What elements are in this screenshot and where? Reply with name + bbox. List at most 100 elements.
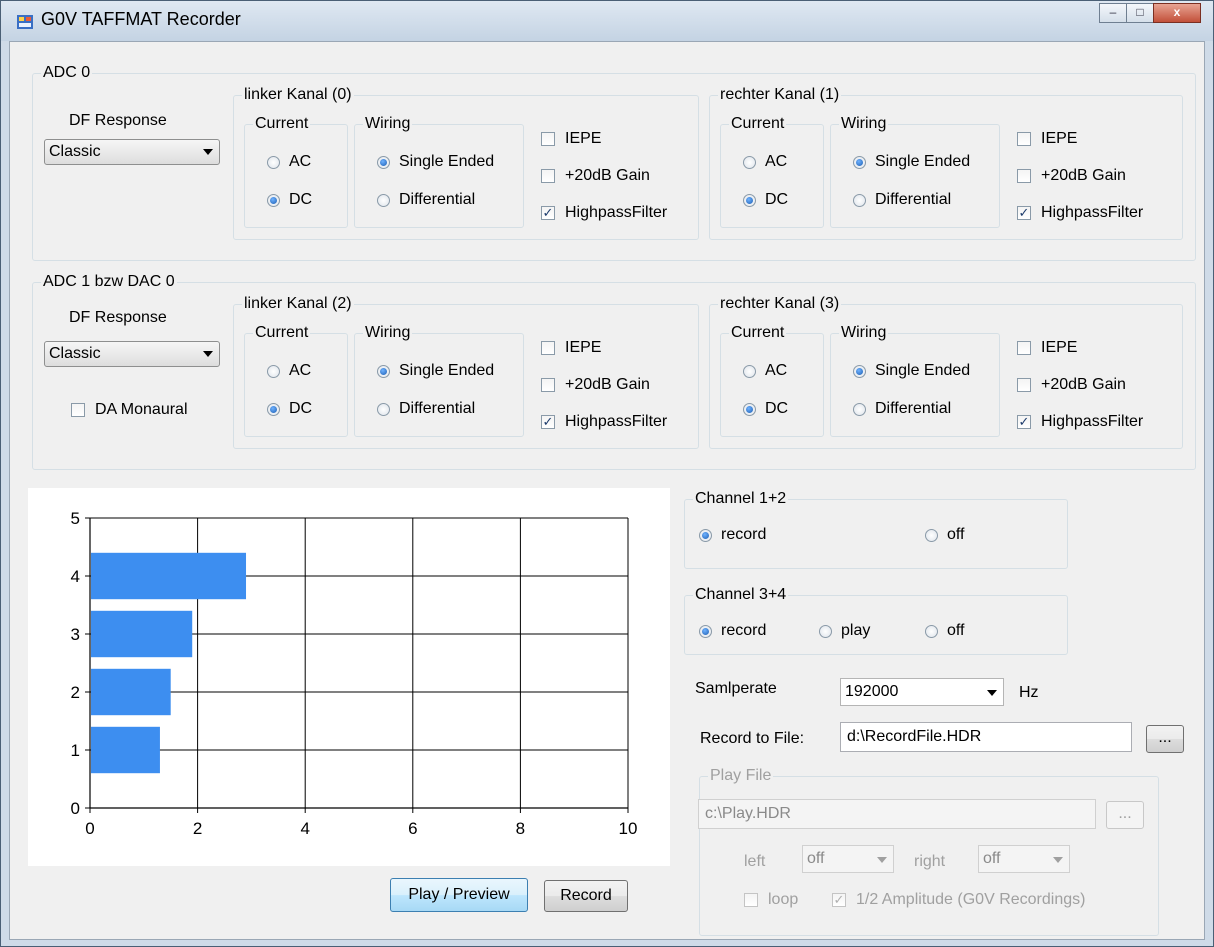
- adc1-right-iepe-checkbox[interactable]: IEPE: [1017, 339, 1077, 357]
- wiring-legend: Wiring: [363, 324, 413, 342]
- adc1-left-diff-radio[interactable]: Differential: [377, 400, 475, 418]
- checkbox-label: 1/2 Amplitude (G0V Recordings): [856, 891, 1086, 908]
- adc1-left-single-radio[interactable]: Single Ended: [377, 362, 494, 380]
- channel34-play-radio[interactable]: play: [819, 622, 870, 640]
- checkbox-box: [541, 341, 555, 355]
- play-file-input[interactable]: c:\Play.HDR: [698, 799, 1096, 829]
- radio-label: Single Ended: [399, 362, 495, 379]
- level-bar: [91, 552, 247, 600]
- adc1-left-channel-group: linker Kanal (2) Current AC DC Wiring Si…: [233, 295, 699, 449]
- play-right-select[interactable]: off: [978, 845, 1070, 873]
- adc0-left-ac-radio[interactable]: AC: [267, 153, 311, 171]
- chevron-down-icon: [987, 690, 997, 696]
- level-chart: 0 2 4 6 8 10 0 1 2 3 4 5: [28, 488, 670, 866]
- adc1-right-wiring-group: Wiring Single Ended Differential: [830, 324, 1000, 437]
- adc1-left-gain-checkbox[interactable]: +20dB Gain: [541, 376, 650, 394]
- play-preview-button[interactable]: Play / Preview: [390, 878, 528, 912]
- adc0-right-ac-radio[interactable]: AC: [743, 153, 787, 171]
- checkbox-box: [71, 403, 85, 417]
- radio-label: Differential: [399, 191, 476, 208]
- maximize-button[interactable]: □: [1126, 3, 1154, 23]
- adc1-right-dc-radio[interactable]: DC: [743, 400, 788, 418]
- adc0-left-wiring-group: Wiring Single Ended Differential: [354, 115, 524, 228]
- radio-label: Single Ended: [875, 153, 971, 170]
- minimize-button[interactable]: –: [1099, 3, 1127, 23]
- checkbox-box: [1017, 169, 1031, 183]
- radio-label: Differential: [875, 400, 952, 417]
- checkbox-box: [541, 169, 555, 183]
- y-tick-label: 5: [71, 509, 80, 528]
- adc1-left-iepe-checkbox[interactable]: IEPE: [541, 339, 601, 357]
- adc1-right-single-radio[interactable]: Single Ended: [853, 362, 970, 380]
- close-button[interactable]: x: [1153, 3, 1201, 23]
- adc0-df-select[interactable]: Classic: [44, 139, 220, 165]
- adc0-left-iepe-checkbox[interactable]: IEPE: [541, 130, 601, 148]
- radio-dot: [743, 155, 756, 169]
- record-file-input[interactable]: d:\RecordFile.HDR: [840, 722, 1132, 752]
- x-tick-label: 8: [516, 819, 525, 838]
- play-left-select[interactable]: off: [802, 845, 894, 873]
- y-tick-label: 2: [71, 683, 80, 702]
- checkbox-label: IEPE: [1041, 339, 1078, 356]
- adc0-right-iepe-checkbox[interactable]: IEPE: [1017, 130, 1077, 148]
- adc0-right-single-radio[interactable]: Single Ended: [853, 153, 970, 171]
- checkbox-label: +20dB Gain: [1041, 167, 1126, 184]
- x-tick-label: 2: [193, 819, 202, 838]
- channel12-record-radio[interactable]: record: [699, 526, 766, 544]
- level-bar: [91, 726, 160, 774]
- adc0-left-hp-checkbox[interactable]: ✓ HighpassFilter: [541, 204, 667, 222]
- channel34-record-radio[interactable]: record: [699, 622, 766, 640]
- record-file-browse-button[interactable]: ...: [1146, 725, 1184, 753]
- radio-label: AC: [289, 153, 312, 170]
- adc1-left-hp-checkbox[interactable]: ✓ HighpassFilter: [541, 413, 667, 431]
- play-half-amplitude-checkbox[interactable]: ✓ 1/2 Amplitude (G0V Recordings): [832, 891, 1085, 909]
- adc1-mono-checkbox[interactable]: DA Monaural: [71, 401, 188, 419]
- chevron-down-icon: [203, 149, 213, 155]
- adc0-right-dc-radio[interactable]: DC: [743, 191, 788, 209]
- adc1-right-gain-checkbox[interactable]: +20dB Gain: [1017, 376, 1126, 394]
- check-icon: ✓: [541, 205, 555, 220]
- channel34-off-radio[interactable]: off: [925, 622, 965, 640]
- radio-label: DC: [289, 400, 313, 417]
- adc1-df-select[interactable]: Classic: [44, 341, 220, 367]
- checkbox-label: HighpassFilter: [1041, 204, 1144, 221]
- radio-label: Single Ended: [875, 362, 971, 379]
- current-legend: Current: [729, 115, 787, 133]
- adc1-left-dc-radio[interactable]: DC: [267, 400, 312, 418]
- adc0-right-gain-checkbox[interactable]: +20dB Gain: [1017, 167, 1126, 185]
- play-file-group: Play File c:\Play.HDR ... left off right…: [698, 767, 1159, 936]
- radio-label: DC: [765, 191, 789, 208]
- adc1-right-ac-radio[interactable]: AC: [743, 362, 787, 380]
- adc0-right-hp-checkbox[interactable]: ✓ HighpassFilter: [1017, 204, 1143, 222]
- x-tick-label: 4: [300, 819, 309, 838]
- adc0-left-single-radio[interactable]: Single Ended: [377, 153, 494, 171]
- radio-dot: [377, 155, 390, 169]
- radio-dot: [743, 193, 756, 207]
- adc0-right-diff-radio[interactable]: Differential: [853, 191, 951, 209]
- adc0-left-dc-radio[interactable]: DC: [267, 191, 312, 209]
- play-loop-checkbox[interactable]: loop: [744, 891, 798, 909]
- adc1-left-ac-radio[interactable]: AC: [267, 362, 311, 380]
- adc1-legend: ADC 1 bzw DAC 0: [41, 273, 177, 291]
- adc1-df-value: Classic: [49, 345, 101, 362]
- adc1-left-legend: linker Kanal (2): [242, 295, 354, 313]
- adc1-right-hp-checkbox[interactable]: ✓ HighpassFilter: [1017, 413, 1143, 431]
- samplerate-select[interactable]: 192000: [840, 678, 1004, 706]
- play-file-browse-button[interactable]: ...: [1106, 801, 1144, 829]
- radio-label: record: [721, 526, 767, 543]
- adc1-right-diff-radio[interactable]: Differential: [853, 400, 951, 418]
- adc0-left-diff-radio[interactable]: Differential: [377, 191, 475, 209]
- title-bar: G0V TAFFMAT Recorder – □ x: [1, 1, 1213, 41]
- adc0-right-current-group: Current AC DC: [720, 115, 824, 228]
- adc0-left-current-group: Current AC DC: [244, 115, 348, 228]
- radio-label: AC: [765, 153, 788, 170]
- channel34-legend: Channel 3+4: [693, 586, 789, 604]
- checkbox-label: HighpassFilter: [565, 413, 668, 430]
- radio-label: DC: [289, 191, 313, 208]
- radio-label: Differential: [399, 400, 476, 417]
- channel12-off-radio[interactable]: off: [925, 526, 965, 544]
- adc0-left-gain-checkbox[interactable]: +20dB Gain: [541, 167, 650, 185]
- checkbox-box: [1017, 341, 1031, 355]
- radio-dot: [377, 364, 390, 378]
- record-button[interactable]: Record: [544, 880, 628, 912]
